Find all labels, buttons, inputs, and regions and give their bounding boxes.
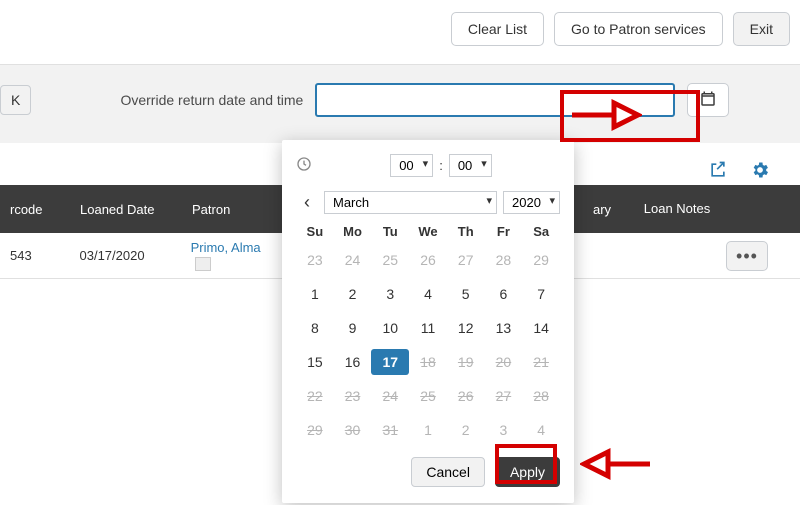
dow-label: Tu	[371, 224, 409, 239]
calendar-day[interactable]: 29	[296, 417, 334, 443]
th-notes: Loan Notes	[632, 201, 722, 217]
prev-month-button[interactable]: ‹	[296, 192, 318, 214]
calendar-day[interactable]: 19	[447, 349, 485, 375]
gear-icon[interactable]	[750, 160, 770, 183]
calendar-day: 24	[334, 247, 372, 273]
calendar-button[interactable]	[687, 83, 729, 117]
calendar-day[interactable]: 24	[371, 383, 409, 409]
calendar-icon	[699, 90, 717, 111]
calendar-day[interactable]: 28	[522, 383, 560, 409]
calendar-day[interactable]: 26	[447, 383, 485, 409]
month-nav: ‹ March 2020	[296, 191, 560, 214]
export-icon[interactable]	[708, 160, 728, 183]
th-barcode: rcode	[0, 202, 70, 217]
datepicker-apply-button[interactable]: Apply	[495, 457, 560, 487]
patron-services-button[interactable]: Go to Patron services	[554, 12, 723, 46]
cell-loaned: 03/17/2020	[70, 248, 181, 263]
time-row: 00 : 00	[296, 154, 560, 177]
calendar-day[interactable]: 15	[296, 349, 334, 375]
year-select[interactable]: 2020	[503, 191, 560, 214]
calendar-day[interactable]: 14	[522, 315, 560, 341]
calendar-day[interactable]: 7	[522, 281, 560, 307]
datepicker-cancel-button[interactable]: Cancel	[411, 457, 485, 487]
dow-label: Th	[447, 224, 485, 239]
month-select[interactable]: March	[324, 191, 497, 214]
calendar-day[interactable]: 1	[296, 281, 334, 307]
patron-link[interactable]: Primo, Alma	[191, 240, 261, 255]
calendar-day[interactable]: 22	[296, 383, 334, 409]
row-actions-button[interactable]: •••	[726, 241, 768, 271]
calendar-day[interactable]: 23	[334, 383, 372, 409]
dow-label: Su	[296, 224, 334, 239]
th-library: ary	[572, 202, 632, 217]
calendar-day[interactable]: 30	[334, 417, 372, 443]
calendar-day[interactable]: 27	[485, 383, 523, 409]
calendar-day[interactable]: 25	[409, 383, 447, 409]
calendar-day: 3	[485, 417, 523, 443]
dow-label: Mo	[334, 224, 372, 239]
toolbar-icons	[708, 160, 770, 183]
override-date-label: Override return date and time	[43, 92, 303, 109]
calendar-day[interactable]: 20	[485, 349, 523, 375]
calendar-day: 27	[447, 247, 485, 273]
datepicker-popup: 00 : 00 ‹ March 2020 SuMoTuWeThFrSa23242…	[282, 140, 574, 503]
calendar-day[interactable]: 8	[296, 315, 334, 341]
calendar-day[interactable]: 11	[409, 315, 447, 341]
calendar-day[interactable]: 6	[485, 281, 523, 307]
calendar-day[interactable]: 3	[371, 281, 409, 307]
calendar-day: 23	[296, 247, 334, 273]
calendar-day: 29	[522, 247, 560, 273]
calendar-day[interactable]: 12	[447, 315, 485, 341]
override-date-input[interactable]	[315, 83, 675, 117]
calendar-day[interactable]: 4	[409, 281, 447, 307]
calendar-day[interactable]: 9	[334, 315, 372, 341]
calendar-day[interactable]: 21	[522, 349, 560, 375]
calendar-day[interactable]: 13	[485, 315, 523, 341]
exit-button[interactable]: Exit	[733, 12, 790, 46]
calendar-day: 26	[409, 247, 447, 273]
th-patron: Patron	[182, 202, 282, 217]
cell-barcode: 543	[0, 248, 70, 263]
calendar-day[interactable]: 31	[371, 417, 409, 443]
hour-select[interactable]: 00	[390, 154, 433, 177]
override-date-row: K Override return date and time	[0, 65, 800, 143]
cell-patron: Primo, Alma	[181, 240, 280, 271]
patron-badge-icon	[195, 257, 211, 271]
calendar-day: 28	[485, 247, 523, 273]
calendar-day[interactable]: 2	[334, 281, 372, 307]
calendar-day[interactable]: 18	[409, 349, 447, 375]
calendar-day: 4	[522, 417, 560, 443]
clear-list-button[interactable]: Clear List	[451, 12, 544, 46]
ok-button[interactable]: K	[0, 85, 31, 115]
arrow-icon	[580, 446, 654, 482]
calendar-day[interactable]: 10	[371, 315, 409, 341]
calendar-day[interactable]: 17	[371, 349, 409, 375]
calendar-day[interactable]: 5	[447, 281, 485, 307]
calendar-grid: SuMoTuWeThFrSa23242526272829123456789101…	[296, 224, 560, 443]
calendar-day: 25	[371, 247, 409, 273]
dow-label: We	[409, 224, 447, 239]
top-action-bar: Clear List Go to Patron services Exit	[0, 0, 800, 65]
calendar-day[interactable]: 16	[334, 349, 372, 375]
calendar-day: 2	[447, 417, 485, 443]
clock-icon	[296, 156, 312, 175]
th-loaned: Loaned Date	[70, 202, 182, 217]
calendar-day: 1	[409, 417, 447, 443]
dow-label: Fr	[485, 224, 523, 239]
minute-select[interactable]: 00	[449, 154, 492, 177]
dow-label: Sa	[522, 224, 560, 239]
